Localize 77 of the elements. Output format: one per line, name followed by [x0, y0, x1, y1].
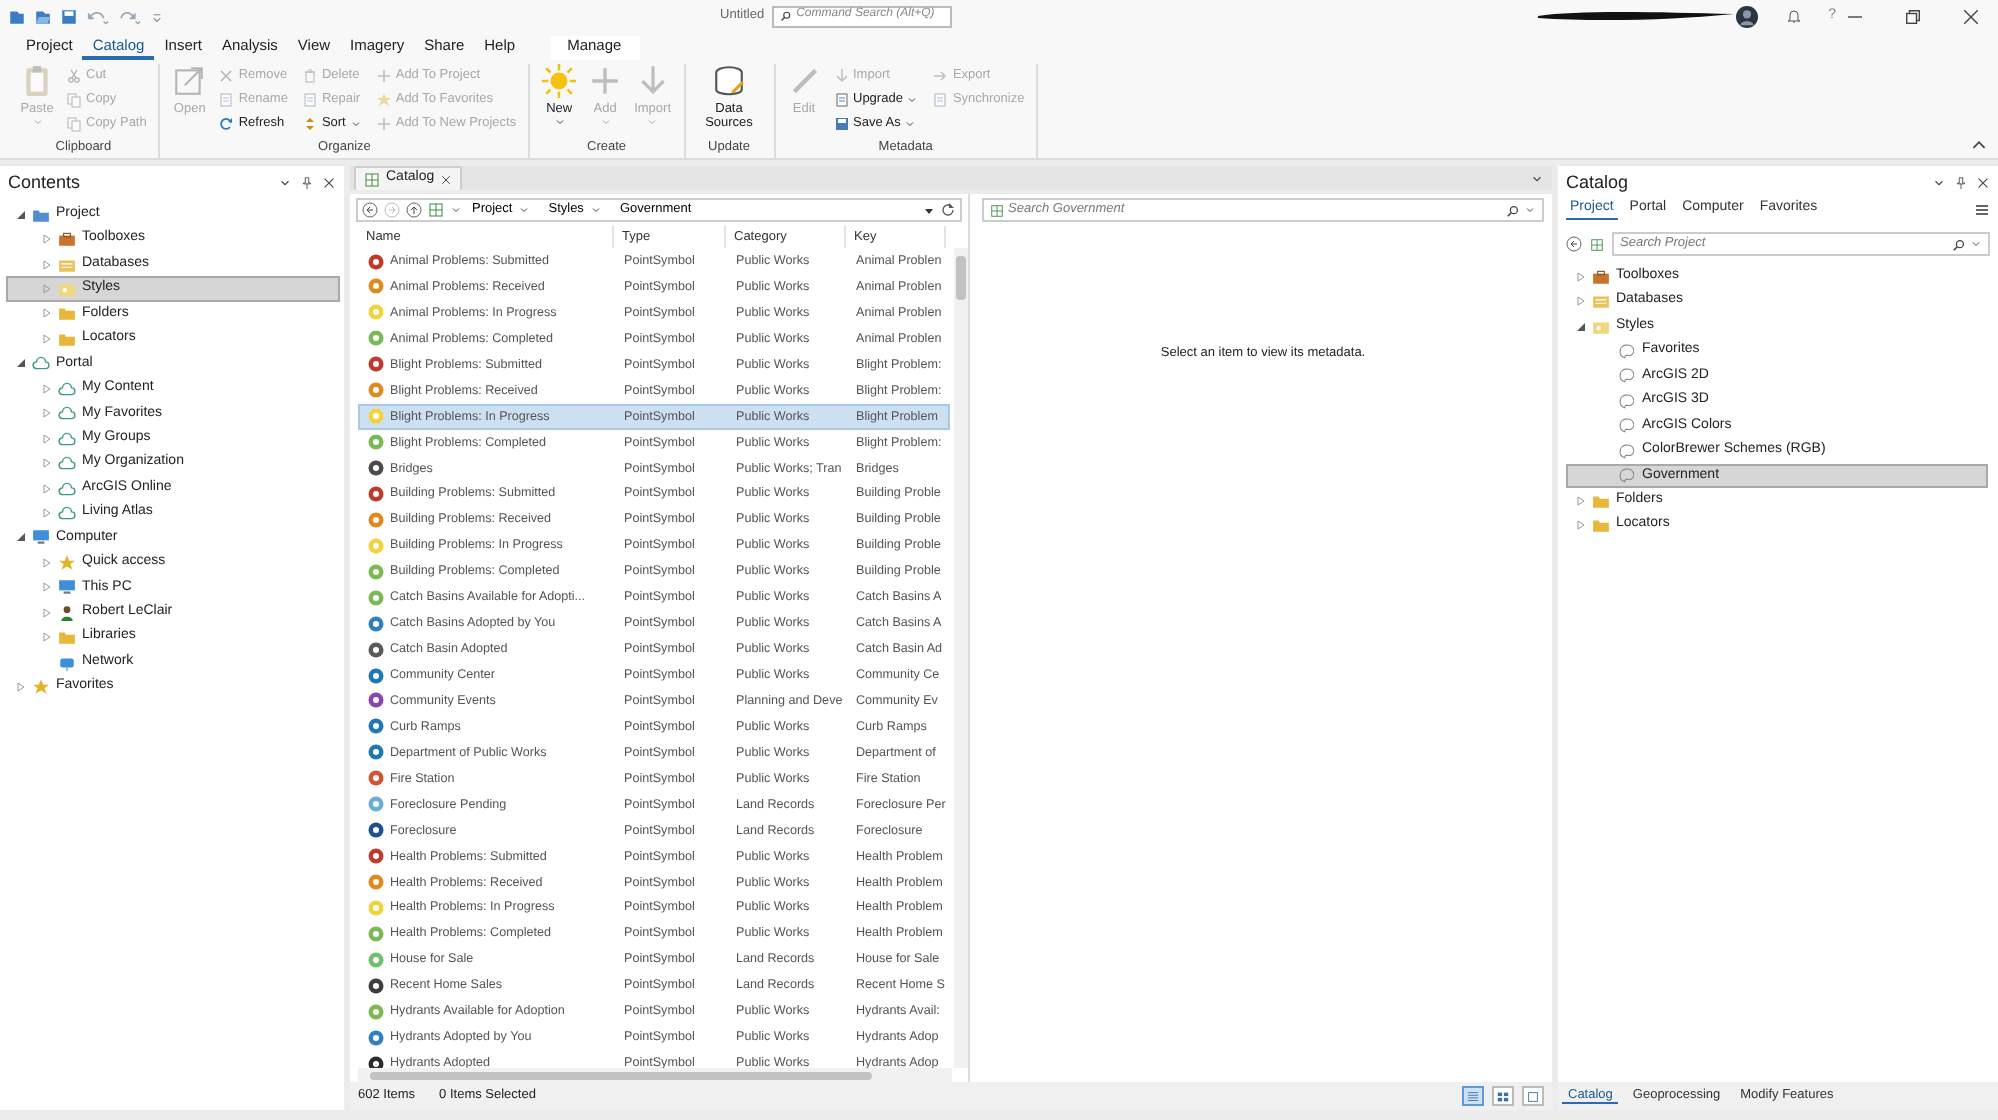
- database-icon: [1592, 292, 1610, 311]
- document-icon: [301, 92, 318, 108]
- redo-icon: [118, 7, 142, 25]
- search-icon: [1952, 237, 1966, 251]
- grid-icon: [428, 202, 444, 218]
- pane-title: Catalog: [1566, 171, 1629, 193]
- save-icon: [60, 7, 78, 25]
- vertical-scrollbar[interactable]: [954, 248, 968, 1068]
- caret-icon: [1530, 171, 1544, 185]
- close-icon: [1976, 175, 1990, 189]
- folder-icon: [58, 628, 76, 647]
- caret-icon: [518, 203, 531, 216]
- cross-icon: [218, 68, 235, 84]
- trash-icon: [301, 68, 318, 84]
- plus-icon: [375, 116, 392, 132]
- grid-icon: [1590, 237, 1604, 251]
- new-project-icon: [8, 7, 26, 25]
- back-arrow-icon: [1566, 236, 1582, 252]
- close-icon: [1964, 9, 1978, 23]
- scissors-icon: [66, 68, 82, 84]
- grid-icon: [364, 171, 380, 187]
- pin-icon: [300, 175, 314, 189]
- undo-icon: [86, 7, 110, 25]
- pencil-icon: [787, 64, 821, 98]
- up-arrow-icon: [406, 202, 422, 218]
- details-view-icon: [1466, 1089, 1480, 1103]
- right-arrow-icon: [932, 68, 949, 84]
- clipboard-icon: [20, 64, 54, 98]
- down-arrow-icon: [833, 68, 849, 84]
- forward-arrow-icon: [384, 202, 400, 218]
- database-icon: [58, 255, 76, 274]
- pane-title: Contents: [8, 171, 81, 193]
- horizontal-scrollbar[interactable]: [358, 1068, 952, 1082]
- toolbox-icon: [1592, 267, 1610, 286]
- close-icon: [440, 173, 453, 185]
- restore-icon: [1906, 9, 1920, 23]
- caret-icon: [1970, 238, 1982, 250]
- dropdown-icon: [924, 205, 934, 215]
- toolbox-icon: [58, 230, 76, 249]
- search-icon: [1506, 203, 1520, 217]
- person-icon: [58, 603, 76, 622]
- close-icon: [322, 175, 336, 189]
- sun-icon: [542, 64, 577, 98]
- folder-icon: [32, 205, 50, 224]
- view-toggle[interactable]: [1492, 1086, 1514, 1106]
- grid-icon: [990, 203, 1004, 217]
- menu-icon: [1974, 202, 1990, 218]
- star-icon: [58, 553, 76, 572]
- bell-icon: [1786, 7, 1803, 24]
- back-arrow-icon: [362, 202, 378, 218]
- document-icon: [833, 92, 849, 108]
- document-icon: [932, 92, 949, 108]
- monitor-icon: [58, 578, 76, 597]
- collapse-ribbon-icon: [1972, 138, 1986, 152]
- monitor-icon: [32, 528, 50, 547]
- pin-icon: [1954, 175, 1968, 189]
- caret-icon: [450, 204, 462, 216]
- document-icon: [218, 92, 235, 108]
- list-view-icon: [1496, 1089, 1510, 1103]
- caret-icon: [1932, 175, 1946, 189]
- open-project-icon: [34, 7, 52, 25]
- view-toggle[interactable]: [1462, 1086, 1484, 1106]
- up-down-arrow-icon: [301, 116, 318, 132]
- network-icon: [58, 653, 76, 672]
- refresh-icon: [940, 202, 956, 218]
- star-icon: [32, 678, 50, 697]
- tiles-view-icon: [1526, 1089, 1540, 1103]
- view-toggle[interactable]: [1522, 1086, 1544, 1106]
- caret-icon: [1524, 204, 1536, 216]
- plus-icon: [588, 64, 623, 98]
- plus-icon: [375, 68, 392, 84]
- caret-icon: [278, 175, 292, 189]
- star-icon: [375, 92, 392, 108]
- caret-icon: [589, 203, 602, 216]
- refresh-icon: [218, 116, 235, 132]
- avatar-icon: [1736, 5, 1759, 27]
- search-icon: [780, 10, 793, 22]
